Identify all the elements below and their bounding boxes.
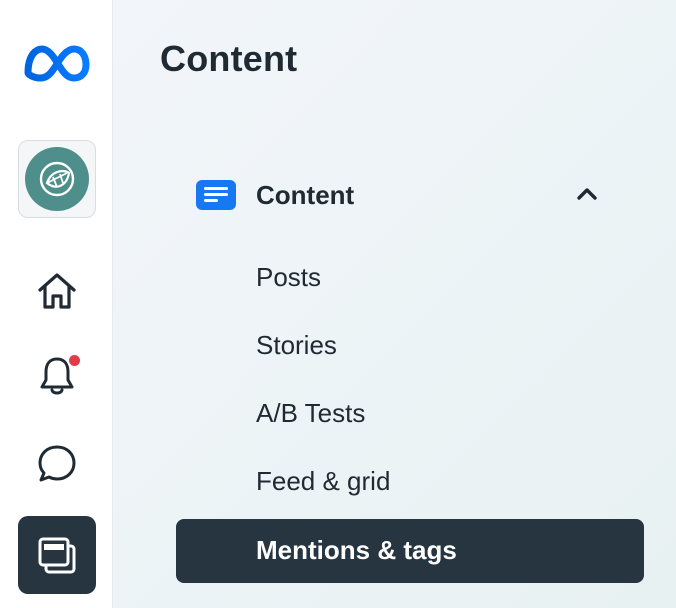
nav-item-posts[interactable]: Posts [176,246,644,310]
home-icon [38,273,76,309]
home-button[interactable] [18,252,96,330]
notifications-button[interactable] [18,337,96,415]
messages-button[interactable] [18,425,96,503]
account-switcher[interactable] [18,140,96,218]
nav-item-label: Mentions & tags [256,535,457,565]
notification-badge [69,355,80,366]
section-label: Content [256,180,355,210]
meta-logo-icon[interactable] [18,25,96,101]
nav-item-feed-grid[interactable]: Feed & grid [176,450,644,514]
nav-item-ab-tests[interactable]: A/B Tests [176,382,644,446]
nav-item-label: Posts [256,262,322,292]
content-icon [38,537,76,574]
content-list-icon [196,180,236,210]
nav-item-stories[interactable]: Stories [176,314,644,378]
content-section-toggle[interactable]: Content [176,164,644,226]
page-title: Content [160,38,298,79]
chevron-up-icon [577,188,597,200]
content-button[interactable] [18,516,96,594]
leaf-globe-icon [39,161,75,197]
nav-item-label: Feed & grid [256,466,391,496]
nav-item-mentions-tags[interactable]: Mentions & tags [176,519,644,583]
left-rail [0,0,113,608]
chat-icon [38,445,76,482]
nav-item-label: A/B Tests [256,398,366,428]
nav-item-label: Stories [256,330,337,360]
account-avatar [25,147,89,211]
